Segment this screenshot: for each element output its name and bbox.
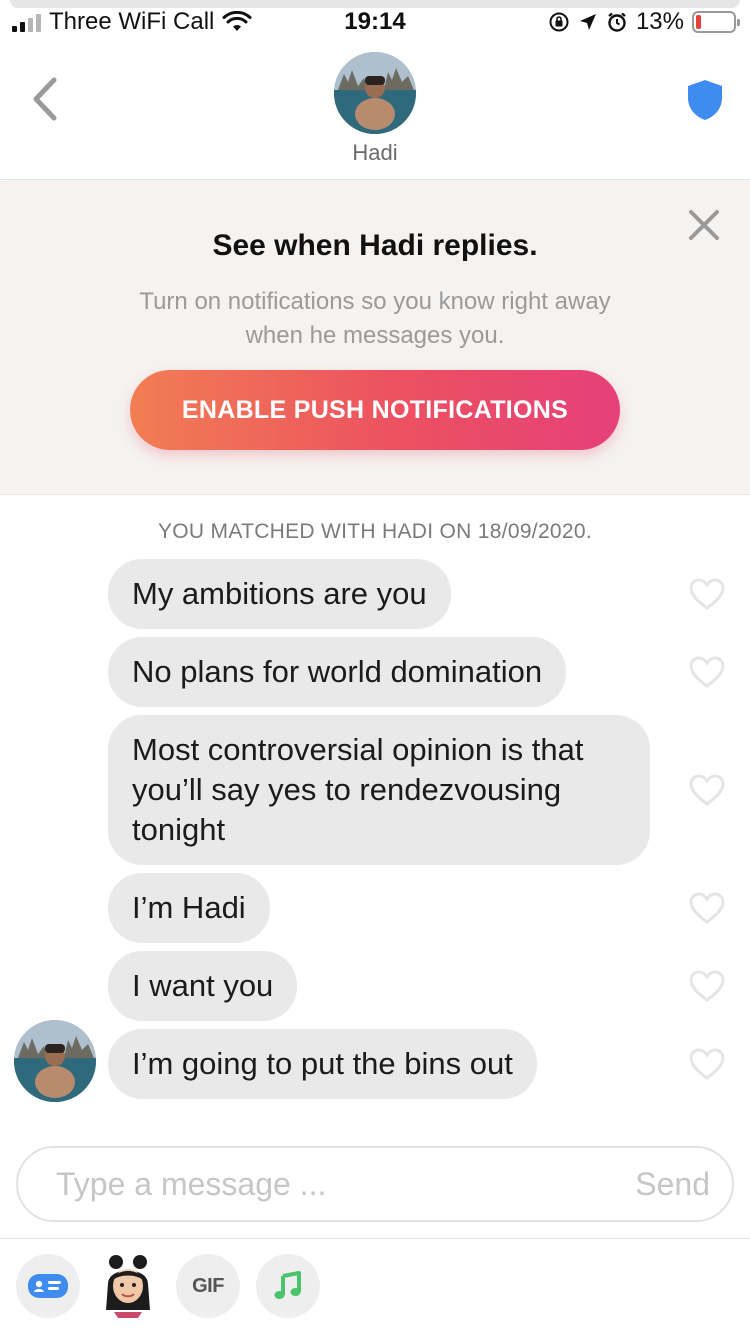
message-composer: Send <box>16 1146 734 1222</box>
sender-avatar[interactable] <box>14 1020 96 1102</box>
scroll-indicator <box>10 0 740 8</box>
shield-icon <box>688 80 722 120</box>
heart-icon[interactable] <box>688 1047 726 1081</box>
back-button[interactable] <box>26 74 66 124</box>
music-note-icon <box>274 1271 301 1299</box>
message-bubble[interactable]: My ambitions are you <box>108 559 451 629</box>
heart-icon[interactable] <box>688 655 726 689</box>
heart-icon[interactable] <box>688 773 726 807</box>
heart-icon[interactable] <box>688 891 726 925</box>
safety-button[interactable] <box>686 78 724 122</box>
prompt-title: See when Hadi replies. <box>212 229 538 262</box>
rotation-lock-icon <box>549 12 569 32</box>
prompt-body: Turn on notifications so you know right … <box>139 288 611 349</box>
contact-card-button[interactable] <box>16 1254 80 1318</box>
message-text: Most controversial opinion is that you’l… <box>132 732 584 847</box>
bitmoji-button[interactable] <box>96 1254 160 1318</box>
gif-icon: GIF <box>192 1274 224 1297</box>
avatar-photo <box>334 52 416 134</box>
enable-push-notifications-button[interactable]: ENABLE PUSH NOTIFICATIONS <box>130 370 620 450</box>
contact-card-icon <box>28 1274 68 1298</box>
battery-level <box>696 15 701 29</box>
message-bubble[interactable]: No plans for world domination <box>108 637 567 707</box>
match-name: Hadi <box>352 140 398 165</box>
message-bubble[interactable]: Most controversial opinion is that you’l… <box>108 715 650 865</box>
bitmoji-icon <box>106 1255 150 1318</box>
alarm-icon <box>608 12 626 32</box>
gif-button[interactable]: GIF <box>176 1254 240 1318</box>
music-button[interactable] <box>256 1254 320 1318</box>
match-avatar[interactable] <box>334 52 416 134</box>
send-button[interactable]: Send <box>635 1148 710 1220</box>
divider <box>0 1238 750 1239</box>
battery-icon <box>692 11 740 33</box>
battery-percent: 13% <box>635 8 684 35</box>
message-text: My ambitions are you <box>132 576 427 611</box>
chevron-left-icon <box>33 77 57 121</box>
status-bar: Three WiFi Call 19:14 13% <box>0 0 750 40</box>
heart-icon[interactable] <box>688 577 726 611</box>
message-text: No plans for world domination <box>132 654 543 689</box>
message-text: I’m Hadi <box>132 890 246 925</box>
message-text: I want you <box>132 968 274 1003</box>
avatar-photo <box>14 1020 96 1102</box>
heart-icon[interactable] <box>688 969 726 1003</box>
message-input[interactable] <box>56 1148 596 1220</box>
message-bubble[interactable]: I want you <box>108 951 298 1021</box>
match-date-notice: YOU MATCHED WITH HADI ON 18/09/2020. <box>157 520 592 543</box>
location-arrow-icon <box>579 14 596 30</box>
status-right: 13% <box>548 8 740 36</box>
message-text: I’m going to put the bins out <box>132 1046 513 1081</box>
notification-prompt: See when Hadi replies. Turn on notificat… <box>0 181 750 495</box>
chat-header: Hadi <box>0 40 750 180</box>
message-bubble[interactable]: I’m Hadi <box>108 873 270 943</box>
message-bubble[interactable]: I’m going to put the bins out <box>108 1029 537 1099</box>
